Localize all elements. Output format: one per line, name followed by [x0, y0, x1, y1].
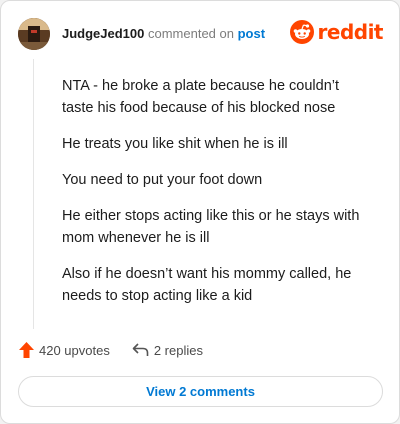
reddit-alien-icon — [289, 20, 314, 44]
username[interactable]: JudgeJed100 — [62, 26, 144, 41]
comment-card: JudgeJed100 commented on post reddit NTA… — [0, 0, 400, 424]
comment-paragraph: You need to put your foot down — [62, 172, 263, 188]
reddit-wordmark: reddit — [317, 20, 384, 44]
replies-count: 2 replies — [153, 342, 203, 358]
upvote-count: 420 upvotes — [39, 342, 110, 358]
post-link[interactable]: post — [238, 26, 265, 41]
avatar-image — [18, 18, 50, 50]
comment-header: JudgeJed100 commented on post — [62, 26, 265, 41]
replies-button[interactable]: 2 replies — [132, 343, 203, 358]
avatar[interactable] — [18, 18, 50, 50]
comment-paragraph: NTA - he broke a plate because he couldn… — [62, 78, 340, 116]
view-comments-button[interactable]: View 2 comments — [18, 376, 383, 407]
upvote-arrow-icon — [19, 342, 34, 358]
header-action-text: commented on — [144, 26, 238, 41]
reddit-logo[interactable]: reddit — [289, 20, 384, 44]
thread-line — [33, 59, 34, 329]
comment-body: NTA - he broke a plate because he couldn… — [62, 75, 374, 321]
comment-paragraph: He treats you like shit when he is ill — [62, 136, 288, 152]
comment-paragraph: Also if he doesn’t want his mommy called… — [62, 266, 352, 304]
upvote-button[interactable]: 420 upvotes — [19, 342, 110, 358]
comment-actions: 420 upvotes 2 replies — [19, 342, 203, 358]
comment-paragraph: He either stops acting like this or he s… — [62, 208, 360, 246]
reply-arrow-icon — [132, 343, 149, 356]
